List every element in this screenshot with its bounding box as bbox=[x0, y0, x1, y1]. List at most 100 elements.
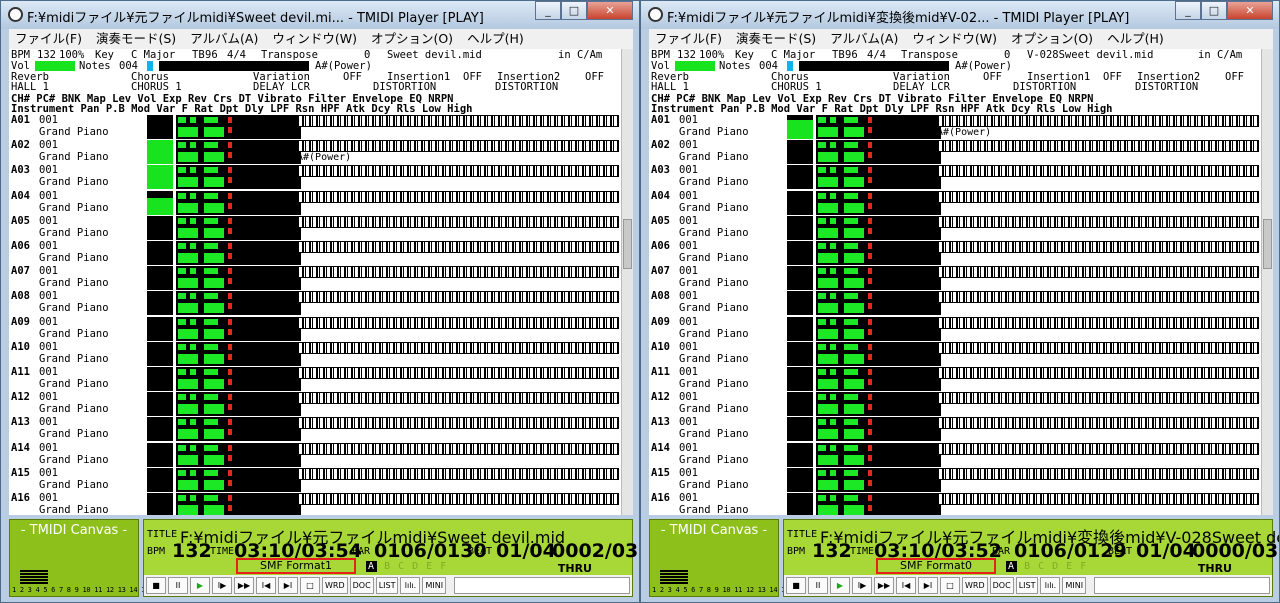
control-button[interactable]: I◀ bbox=[896, 577, 916, 594]
channel-row[interactable]: A13 001 Grand Piano bbox=[9, 417, 621, 442]
channel-row[interactable]: A08 001 Grand Piano bbox=[9, 291, 621, 316]
bpm-label: BPM bbox=[651, 49, 670, 61]
channel-id: A02 bbox=[651, 139, 670, 152]
channel-row[interactable]: A09 001 Grand Piano bbox=[649, 316, 1261, 342]
channel-row[interactable]: A06 001 Grand Piano bbox=[649, 241, 1261, 266]
control-button[interactable]: lılı. bbox=[400, 577, 421, 594]
channel-row[interactable]: A04 001 Grand Piano bbox=[9, 190, 621, 216]
channel-row[interactable]: A15 001 Grand Piano bbox=[649, 468, 1261, 493]
control-button[interactable]: ■ bbox=[146, 577, 166, 594]
channel-row[interactable]: A13 001 Grand Piano bbox=[649, 417, 1261, 442]
channel-row[interactable]: A01 001 Grand Piano A#(Power) bbox=[649, 115, 1261, 140]
channel-row[interactable]: A09 001 Grand Piano bbox=[9, 316, 621, 342]
player-window-right: F:¥midiファイル¥元ファイルmidi¥変換後mid¥V-02... - T… bbox=[640, 0, 1280, 603]
channel-row[interactable]: A14 001 Grand Piano bbox=[649, 442, 1261, 468]
control-button[interactable]: □ bbox=[940, 577, 960, 594]
menu-item[interactable]: アルバム(A) bbox=[190, 29, 258, 49]
channel-row[interactable]: A06 001 Grand Piano bbox=[9, 241, 621, 266]
control-button[interactable]: DOC bbox=[349, 577, 374, 594]
channel-row[interactable]: A11 001 Grand Piano bbox=[9, 367, 621, 392]
control-button[interactable]: ▶I bbox=[278, 577, 298, 594]
control-button[interactable]: I◀ bbox=[256, 577, 276, 594]
channel-row[interactable]: A04 001 Grand Piano bbox=[649, 190, 1261, 216]
level-meter bbox=[147, 493, 173, 515]
channel-row[interactable]: A15 001 Grand Piano bbox=[9, 468, 621, 493]
channel-row[interactable]: A03 001 Grand Piano bbox=[9, 165, 621, 190]
control-button[interactable]: WRD bbox=[962, 577, 988, 594]
scroll-thumb[interactable] bbox=[623, 219, 632, 269]
control-button[interactable]: II bbox=[168, 577, 188, 594]
channel-row[interactable]: A02 001 Grand Piano bbox=[649, 140, 1261, 165]
notes-meter bbox=[787, 61, 793, 71]
control-button[interactable]: lılı. bbox=[1040, 577, 1061, 594]
title-bar[interactable]: F:¥midiファイル¥元ファイルmidi¥変換後mid¥V-02... - T… bbox=[641, 1, 1279, 29]
control-button[interactable]: DOC bbox=[989, 577, 1014, 594]
channel-row[interactable]: A16 001 Grand Piano bbox=[9, 493, 621, 515]
piano-keyboard bbox=[937, 215, 1259, 228]
controller-meters bbox=[816, 291, 941, 316]
channel-row[interactable]: A12 001 Grand Piano bbox=[649, 392, 1261, 417]
menu-item[interactable]: ウィンドウ(W) bbox=[912, 29, 997, 49]
menu-item[interactable]: オプション(O) bbox=[1011, 29, 1093, 49]
channel-row[interactable]: A07 001 Grand Piano bbox=[649, 266, 1261, 291]
menu-item[interactable]: ファイル(F) bbox=[655, 29, 722, 49]
minimize-button[interactable]: _ bbox=[1175, 1, 1201, 20]
menu-item[interactable]: ファイル(F) bbox=[15, 29, 82, 49]
channel-row[interactable]: A01 001 Grand Piano bbox=[9, 115, 621, 140]
control-button[interactable]: ■ bbox=[786, 577, 806, 594]
channel-id: A10 bbox=[11, 340, 30, 353]
position-track[interactable] bbox=[454, 577, 630, 594]
close-button[interactable]: ✕ bbox=[1227, 1, 1273, 20]
app-icon[interactable] bbox=[8, 7, 23, 22]
variation-off: OFF bbox=[343, 71, 362, 83]
control-button[interactable]: ▶▶ bbox=[874, 577, 894, 594]
channel-row[interactable]: A10 001 Grand Piano bbox=[9, 342, 621, 367]
channel-row[interactable]: A02 001 Grand Piano A#(Power) bbox=[9, 140, 621, 165]
control-button[interactable]: MINI bbox=[1062, 577, 1087, 594]
maximize-button[interactable]: □ bbox=[561, 1, 587, 20]
control-button[interactable]: II bbox=[808, 577, 828, 594]
menu-item[interactable]: 演奏モード(S) bbox=[96, 29, 176, 49]
control-button[interactable]: ▶ bbox=[830, 577, 850, 594]
piano-keyboard bbox=[297, 316, 619, 329]
menu-item[interactable]: ウィンドウ(W) bbox=[272, 29, 357, 49]
vertical-scrollbar[interactable] bbox=[1261, 49, 1273, 515]
channel-row[interactable]: A05 001 Grand Piano bbox=[9, 216, 621, 241]
menu-item[interactable]: ヘルプ(H) bbox=[467, 29, 524, 49]
control-button[interactable]: ▶▶ bbox=[234, 577, 254, 594]
title-bar[interactable]: F:¥midiファイル¥元ファイルmidi¥Sweet devil.mi... … bbox=[1, 1, 639, 29]
control-button[interactable]: WRD bbox=[322, 577, 348, 594]
menu-item[interactable]: 演奏モード(S) bbox=[736, 29, 816, 49]
notes-value: 004 bbox=[119, 60, 138, 72]
menu-item[interactable]: アルバム(A) bbox=[830, 29, 898, 49]
control-button[interactable]: ▶ bbox=[190, 577, 210, 594]
channel-row[interactable]: A12 001 Grand Piano bbox=[9, 392, 621, 417]
canvas-channel-numbers: 1 2 3 4 5 6 7 8 9 10 11 12 13 14 15 16 bbox=[652, 586, 801, 594]
level-meter bbox=[787, 241, 813, 265]
control-button[interactable]: LIST bbox=[375, 577, 399, 594]
maximize-button[interactable]: □ bbox=[1201, 1, 1227, 20]
scroll-thumb[interactable] bbox=[1263, 219, 1272, 269]
channel-row[interactable]: A14 001 Grand Piano bbox=[9, 442, 621, 468]
channel-row[interactable]: A16 001 Grand Piano bbox=[649, 493, 1261, 515]
position-track[interactable] bbox=[1094, 577, 1270, 594]
piano-keyboard bbox=[937, 190, 1259, 203]
control-button[interactable]: ▶I bbox=[918, 577, 938, 594]
vertical-scrollbar[interactable] bbox=[621, 49, 633, 515]
control-button[interactable]: LIST bbox=[1015, 577, 1039, 594]
control-button[interactable]: □ bbox=[300, 577, 320, 594]
close-button[interactable]: ✕ bbox=[587, 1, 633, 20]
channel-row[interactable]: A10 001 Grand Piano bbox=[649, 342, 1261, 367]
menu-item[interactable]: オプション(O) bbox=[371, 29, 453, 49]
control-button[interactable]: MINI bbox=[422, 577, 447, 594]
channel-row[interactable]: A08 001 Grand Piano bbox=[649, 291, 1261, 316]
channel-row[interactable]: A11 001 Grand Piano bbox=[649, 367, 1261, 392]
app-icon[interactable] bbox=[648, 7, 663, 22]
control-button[interactable]: I▶ bbox=[852, 577, 872, 594]
channel-row[interactable]: A03 001 Grand Piano bbox=[649, 165, 1261, 190]
minimize-button[interactable]: _ bbox=[535, 1, 561, 20]
channel-row[interactable]: A07 001 Grand Piano bbox=[9, 266, 621, 291]
control-button[interactable]: I▶ bbox=[212, 577, 232, 594]
channel-row[interactable]: A05 001 Grand Piano bbox=[649, 216, 1261, 241]
menu-item[interactable]: ヘルプ(H) bbox=[1107, 29, 1164, 49]
